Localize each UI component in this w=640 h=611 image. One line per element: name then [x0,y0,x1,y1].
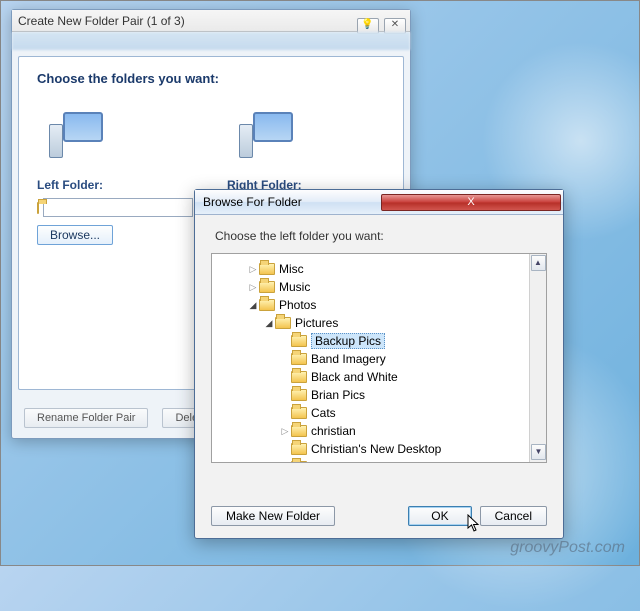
tree-item-label: Backup Pics [311,333,385,349]
tree-item[interactable]: ▷ Misc [218,260,544,278]
tree-item[interactable]: ◢ Photos [218,296,544,314]
folder-icon [259,299,275,311]
scroll-down-button[interactable]: ▼ [531,444,546,460]
chevron-down-icon[interactable]: ◢ [264,318,274,329]
folder-icon [291,461,307,463]
computer-icon [239,110,303,168]
folder-icon [291,407,307,419]
tree-item[interactable]: Brian Pics [218,386,544,404]
tree-item[interactable]: Christian's New Desktop [218,440,544,458]
folder-icon [37,202,39,214]
wizard-title-text: Create New Folder Pair (1 of 3) [18,14,185,28]
browse-left-button[interactable]: Browse... [37,225,113,245]
tree-item-label: Brian Pics [311,388,365,402]
tree-item[interactable]: Cats [218,404,544,422]
dialog-title-text: Browse For Folder [203,195,381,209]
tree-item-label: CLINT [311,460,346,463]
folder-icon [259,281,275,293]
chevron-right-icon[interactable]: ▷ [280,426,290,437]
folder-icon [291,443,307,455]
left-folder-column: Left Folder: Browse... [37,110,187,245]
folder-tree[interactable]: ▷ Misc ▷ Music ◢ Photos ◢ Pictures Backup Pics Ba… [211,253,547,463]
wizard-titlebar: Create New Folder Pair (1 of 3) 💡 ✕ [12,10,410,32]
folder-icon [291,335,307,347]
tree-item-label: Music [279,280,310,294]
chevron-down-icon[interactable]: ◢ [248,300,258,311]
tree-item-label: Pictures [295,316,338,330]
chevron-right-icon[interactable]: ▷ [248,264,258,275]
left-folder-label: Left Folder: [37,178,187,192]
browse-folder-dialog: Browse For Folder X Choose the left fold… [194,189,564,539]
tree-item-label: Christian's New Desktop [311,442,441,456]
tree-item[interactable]: Band Imagery [218,350,544,368]
close-icon[interactable]: X [381,194,561,211]
watermark-text: groovyPost.com [510,539,625,557]
computer-icon [49,110,113,168]
tree-item[interactable]: Black and White [218,368,544,386]
folder-icon [291,425,307,437]
tree-item-label: Black and White [311,370,398,384]
folder-icon [291,353,307,365]
ok-button[interactable]: OK [408,506,471,526]
folder-icon [291,389,307,401]
rename-folder-pair-button[interactable]: Rename Folder Pair [24,408,148,428]
make-new-folder-button[interactable]: Make New Folder [211,506,335,526]
tree-item[interactable]: ▷ christian [218,422,544,440]
dialog-titlebar: Browse For Folder X [195,190,563,215]
left-folder-input[interactable] [43,198,193,217]
tree-item-label: christian [311,424,356,438]
wizard-heading: Choose the folders you want: [37,71,385,86]
chevron-right-icon[interactable]: ▷ [248,282,258,293]
folder-icon [259,263,275,275]
tree-item[interactable]: ▷ Music [218,278,544,296]
folder-icon [275,317,291,329]
tree-item-label: Band Imagery [311,352,386,366]
tree-item-label: Misc [279,262,304,276]
tree-item-label: Cats [311,406,336,420]
scrollbar[interactable]: ▲ ▼ [529,254,546,462]
tree-item[interactable]: Backup Pics [218,332,544,350]
folder-icon [291,371,307,383]
dialog-instruction: Choose the left folder you want: [195,215,563,253]
toolbar-blur [12,32,410,50]
scroll-up-button[interactable]: ▲ [531,255,546,271]
tree-item-label: Photos [279,298,316,312]
cancel-button[interactable]: Cancel [480,506,547,526]
tree-item[interactable]: CLINT [218,458,544,463]
tree-item[interactable]: ◢ Pictures [218,314,544,332]
